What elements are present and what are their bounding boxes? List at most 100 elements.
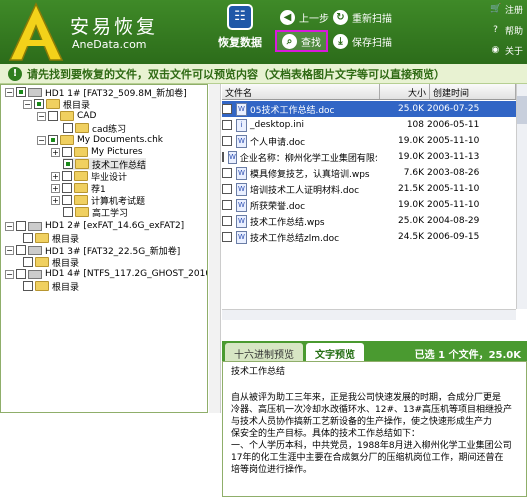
file-icon: i [236,118,247,132]
preview-line: 17年的化工生涯中主要在合成氨分厂的压缩机岗位工作，期间还曾在 [231,453,504,463]
expand-icon[interactable]: + [51,183,60,193]
tree-node[interactable]: − My Documents.chk [37,134,163,146]
tree-checkbox[interactable] [34,99,44,109]
tree-checkbox[interactable] [16,245,26,255]
tree-checkbox[interactable] [23,281,33,291]
tree-node[interactable]: 根目录 [23,256,79,269]
text-preview-panel: 技术工作总结 自从被评为助工三年来，正是我公司快速发展的时期，合成分厂更是 冷器… [222,361,527,497]
column-header-date[interactable]: 创建时间 [430,84,516,99]
file-row[interactable]: W企业名称：柳州化学工业集团有限公司 19.0K2003-11-13 [222,149,517,165]
tree-node[interactable]: − HD1 1# [FAT32_509.8M_新加卷] [5,86,187,99]
tree-node[interactable]: − HD1 4# [NTFS_117.2G_GHOST_2010-09-03] [5,268,207,280]
file-row[interactable]: W 技术工作总结.wps 25.0K 2004-08-29 [222,213,517,229]
tree-checkbox[interactable] [62,147,72,157]
tree-node[interactable]: 根目录 [23,280,79,293]
file-size: 19.0K [398,152,424,162]
tree-checkbox[interactable] [16,221,26,231]
tab-hex-preview[interactable]: 十六进制预览 [225,343,303,361]
file-checkbox[interactable] [222,136,232,146]
tree-checkbox[interactable] [63,123,73,133]
file-row[interactable]: W 模具修复技艺，认真培训.wps 7.6K 2003-08-26 [222,165,517,181]
collapse-icon[interactable]: − [5,245,14,255]
file-icon: W [236,230,247,244]
tip-bar: ! 请先找到要恢复的文件，双击文件可以预览内容（文档表格图片文字等可以直接预览） [0,64,527,84]
column-header-name[interactable]: 文件名 [222,84,380,99]
tree-checkbox[interactable] [16,87,26,97]
rescan-button[interactable]: ↻ 重新扫描 [333,8,392,26]
app-logo-icon [8,2,64,61]
tab-text-preview[interactable]: 文字预览 [306,343,364,361]
collapse-icon[interactable]: − [5,269,14,279]
tree-node[interactable]: − CAD [37,110,96,122]
file-row[interactable]: W 所获荣誉.doc 19.0K 2005-11-10 [222,197,517,213]
tree-checkbox[interactable] [16,269,26,279]
about-link[interactable]: ◉ 关于 [490,44,523,57]
save-scan-button[interactable]: ⤓ 保存扫描 [333,32,392,50]
tree-checkbox[interactable] [23,257,33,267]
drive-icon [28,269,42,279]
tree-checkbox[interactable] [63,159,73,169]
tree-checkbox[interactable] [62,171,72,181]
tree-label: 高工学习 [92,208,129,219]
file-row[interactable]: W 05技术工作总结.doc 25.0K 2006-07-25 [222,101,517,117]
tree-checkbox[interactable] [62,195,72,205]
search-button[interactable]: ⌕ 查找 [275,30,328,52]
file-checkbox[interactable] [222,216,232,226]
tree-node[interactable]: 高工学习 [63,206,129,219]
tree-checkbox[interactable] [62,183,72,193]
file-row[interactable]: i _desktop.ini 108 2006-05-11 [222,117,517,133]
tree-node[interactable]: cad练习 [63,122,126,135]
column-header-size[interactable]: 大小 [380,84,430,99]
tree-node[interactable]: + 荐1 [51,182,106,195]
horizontal-scrollbar[interactable] [222,309,516,320]
prev-step-button[interactable]: ◀ 上一步 [280,8,329,26]
collapse-icon[interactable]: − [37,111,46,121]
pane-splitter[interactable] [209,84,221,413]
file-icon: W [236,134,247,148]
folder-icon [35,281,49,291]
file-checkbox[interactable] [222,120,232,130]
help-link[interactable]: ? 帮助 [490,24,523,37]
tree-node[interactable]: − HD1 2# [exFAT_14.6G_exFAT2] [5,220,184,232]
file-checkbox[interactable] [222,184,232,194]
file-size: 24.5K [398,232,424,242]
tree-checkbox[interactable] [48,111,58,121]
selection-info: 已选 1 个文件，25.0K [414,350,521,361]
file-row[interactable]: W 技术工作总结zlm.doc 24.5K 2006-09-15 [222,229,517,245]
file-checkbox[interactable] [222,168,232,178]
expand-icon[interactable]: + [51,147,60,157]
tree-checkbox[interactable] [48,135,58,145]
scroll-thumb[interactable] [517,96,527,124]
tree-node[interactable]: − HD1 3# [FAT32_22.5G_新加卷] [5,244,180,257]
file-checkbox[interactable] [222,104,232,114]
about-icon: ◉ [491,45,500,55]
tree-node-selected[interactable]: 技术工作总结 [63,158,147,171]
tree-checkbox[interactable] [63,207,73,217]
expand-icon[interactable]: + [51,171,60,181]
tree-node[interactable]: 根目录 [23,232,79,245]
vertical-scrollbar[interactable] [516,84,527,309]
expand-icon[interactable]: + [51,195,60,205]
collapse-icon[interactable]: − [5,221,14,231]
file-date: 2004-08-29 [427,216,479,226]
drive-icon [28,245,42,255]
folder-icon [75,207,89,217]
collapse-icon[interactable]: − [23,99,32,109]
tree-node[interactable]: − 根目录 [23,98,90,111]
tree-node[interactable]: + 计算机考试题 [51,194,145,207]
file-checkbox[interactable] [222,200,232,210]
tree-checkbox[interactable] [23,233,33,243]
cart-icon: 🛒 [489,4,502,14]
recover-data-button[interactable]: ☷ 恢复数据 [212,4,268,56]
file-size: 7.6K [403,168,424,178]
file-row[interactable]: W 培训技术工人证明材料.doc 21.5K 2005-11-10 [222,181,517,197]
tree-node[interactable]: + My Pictures [51,146,143,158]
register-link[interactable]: 🛒 注册 [490,3,523,16]
file-checkbox[interactable] [222,232,232,242]
collapse-icon[interactable]: − [5,87,14,97]
collapse-icon[interactable]: − [37,135,46,145]
file-row[interactable]: W 个人申请.doc 19.0K 2005-11-10 [222,133,517,149]
folder-icon [60,135,74,145]
tree-node[interactable]: + 毕业设计 [51,170,127,183]
file-checkbox[interactable] [222,152,224,162]
